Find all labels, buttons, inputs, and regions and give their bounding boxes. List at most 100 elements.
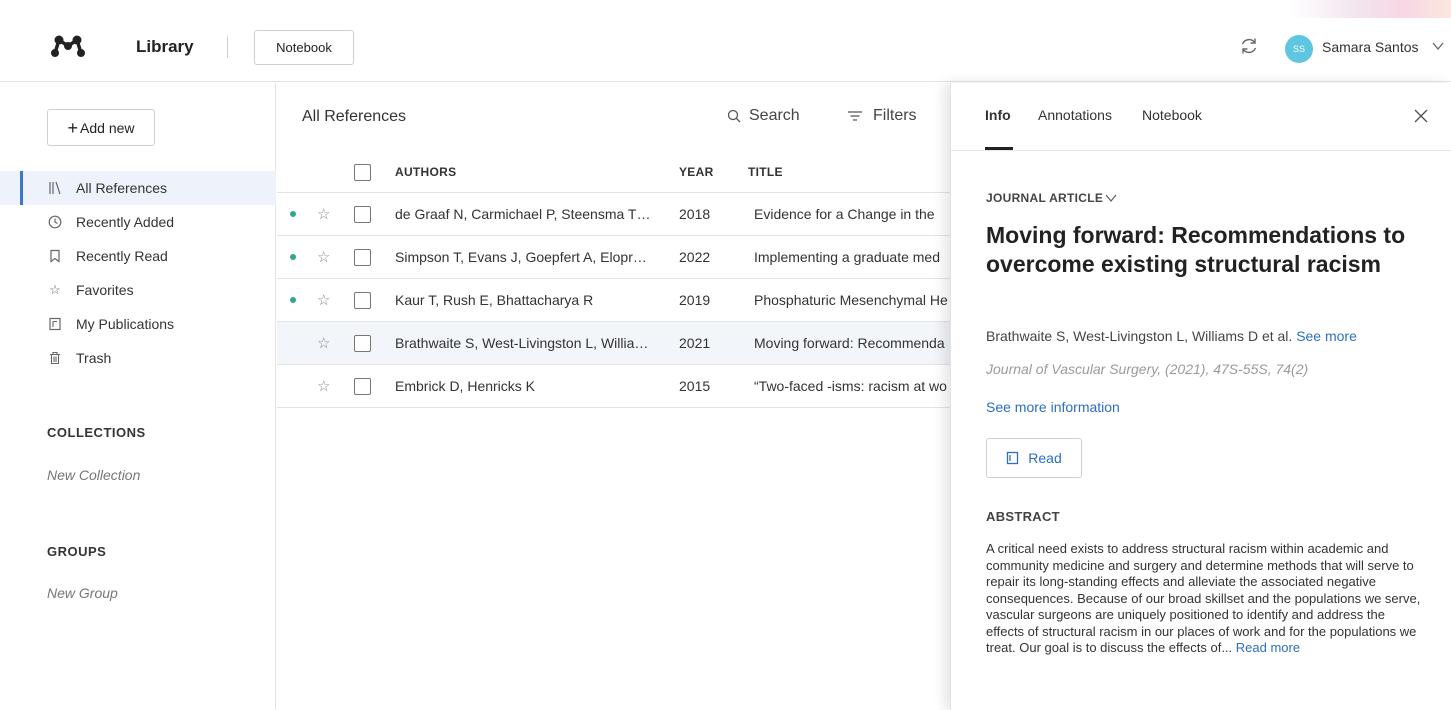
column-authors[interactable]: AUTHORS — [395, 165, 456, 179]
groups-heading: GROUPS — [47, 544, 107, 559]
row-checkbox[interactable] — [354, 335, 371, 352]
tab-notebook[interactable]: Notebook — [1142, 107, 1202, 123]
mendeley-logo-icon[interactable] — [50, 34, 86, 58]
app-title: Library — [136, 37, 194, 56]
star-icon: ☆ — [49, 282, 61, 297]
plus-icon: + — [67, 117, 79, 138]
top-bar: Library Notebook SS Samara Santos — [0, 0, 1451, 82]
row-checkbox[interactable] — [354, 378, 371, 395]
tab-annotations[interactable]: Annotations — [1038, 107, 1112, 123]
table-row[interactable]: ☆ Kaur T, Rush E, Bhattacharya R 2019 Ph… — [277, 279, 950, 322]
trash-icon — [48, 351, 62, 365]
sidebar-item-recently-added[interactable]: Recently Added — [0, 205, 276, 239]
collections-heading: COLLECTIONS — [47, 425, 146, 440]
column-year[interactable]: YEAR — [679, 165, 714, 179]
bookmark-icon — [48, 249, 62, 263]
references-list: All References Search Filters AUTHORS YE… — [277, 83, 950, 710]
sync-icon[interactable] — [1238, 35, 1260, 57]
search-label: Search — [749, 107, 800, 124]
notebook-button[interactable]: Notebook — [254, 30, 354, 65]
cell-authors: Simpson T, Evans J, Goepfert A, Elopr… — [395, 249, 647, 265]
tab-info[interactable]: Info — [985, 107, 1011, 123]
see-more-link[interactable]: See more — [1296, 328, 1357, 344]
sidebar-item-label: Trash — [76, 350, 112, 366]
sidebar-item-all-references[interactable]: All References — [0, 171, 276, 205]
filters-label: Filters — [873, 107, 917, 124]
chevron-down-icon — [1105, 194, 1117, 202]
cell-authors: de Graaf N, Carmichael P, Steensma T… — [395, 206, 651, 222]
sidebar: + Add new All References Recently Added … — [0, 83, 276, 710]
cell-title: Implementing a graduate med — [754, 249, 940, 265]
cell-authors: Brathwaite S, West-Livingston L, Willia… — [395, 335, 649, 351]
star-icon[interactable]: ☆ — [317, 248, 330, 266]
add-new-button[interactable]: + Add new — [47, 109, 155, 146]
reference-type-label: JOURNAL ARTICLE — [986, 191, 1104, 205]
header-divider — [227, 36, 228, 58]
filter-icon — [848, 111, 862, 121]
column-title[interactable]: TITLE — [748, 165, 783, 179]
cell-year: 2022 — [679, 249, 711, 265]
unread-dot — [290, 254, 296, 260]
cell-year: 2019 — [679, 292, 711, 308]
read-button[interactable]: Read — [986, 438, 1082, 478]
clock-icon — [48, 215, 62, 229]
row-checkbox[interactable] — [354, 206, 371, 223]
cell-authors: Embrick D, Henricks K — [395, 378, 536, 394]
read-more-link[interactable]: Read more — [1236, 640, 1300, 655]
cell-year: 2021 — [679, 335, 711, 351]
library-icon — [48, 181, 62, 195]
sidebar-item-label: All References — [76, 180, 168, 196]
star-icon[interactable]: ☆ — [317, 334, 330, 352]
star-icon[interactable]: ☆ — [317, 205, 330, 223]
tabs-divider — [951, 150, 1451, 151]
reference-type-dropdown[interactable]: JOURNAL ARTICLE — [986, 191, 1117, 205]
table-header: AUTHORS YEAR TITLE — [277, 151, 950, 193]
close-icon[interactable] — [1413, 108, 1429, 124]
book-icon — [1007, 451, 1019, 465]
cell-title: “Two-faced -isms: racism at wo — [754, 378, 947, 394]
table-row[interactable]: ☆ Brathwaite S, West-Livingston L, Willi… — [277, 322, 950, 365]
sidebar-item-label: Favorites — [76, 282, 134, 298]
avatar[interactable]: SS — [1285, 35, 1313, 63]
header-decoration — [1290, 0, 1451, 18]
table-row[interactable]: ☆ Embrick D, Henricks K 2015 “Two-faced … — [277, 365, 950, 408]
sidebar-item-trash[interactable]: Trash — [0, 341, 276, 375]
cell-year: 2018 — [679, 206, 711, 222]
publication-icon — [48, 317, 62, 331]
cell-title: Evidence for a Change in the — [754, 206, 935, 222]
row-checkbox[interactable] — [354, 292, 371, 309]
sidebar-item-favorites[interactable]: ☆ Favorites — [0, 273, 276, 307]
table-row[interactable]: ☆ Simpson T, Evans J, Goepfert A, Elopr…… — [277, 236, 950, 279]
filters-button[interactable]: Filters — [847, 107, 917, 125]
abstract-heading: ABSTRACT — [986, 509, 1060, 524]
sidebar-item-recently-read[interactable]: Recently Read — [0, 239, 276, 273]
new-group-link[interactable]: New Group — [47, 585, 118, 601]
abstract-text: A critical need exists to address struct… — [986, 541, 1426, 657]
page-title: All References — [302, 108, 407, 125]
authors-text: Brathwaite S, West-Livingston L, William… — [986, 328, 1293, 344]
star-icon[interactable]: ☆ — [317, 291, 330, 309]
row-checkbox[interactable] — [354, 249, 371, 266]
sidebar-item-label: Recently Read — [76, 248, 168, 264]
search-icon — [727, 109, 741, 123]
user-name[interactable]: Samara Santos — [1322, 39, 1419, 55]
table-row[interactable]: ☆ de Graaf N, Carmichael P, Steensma T… … — [277, 193, 950, 236]
sidebar-item-label: My Publications — [76, 316, 175, 332]
sidebar-nav: All References Recently Added Recently R… — [0, 171, 276, 375]
star-icon[interactable]: ☆ — [317, 377, 330, 395]
unread-dot — [290, 297, 296, 303]
new-collection-link[interactable]: New Collection — [47, 467, 140, 483]
cell-authors: Kaur T, Rush E, Bhattacharya R — [395, 292, 594, 308]
cell-year: 2015 — [679, 378, 711, 394]
select-all-checkbox[interactable] — [354, 164, 371, 181]
search-button[interactable]: Search — [727, 107, 800, 125]
unread-dot — [290, 211, 296, 217]
table-body: ☆ de Graaf N, Carmichael P, Steensma T… … — [277, 193, 950, 408]
sidebar-item-my-publications[interactable]: My Publications — [0, 307, 276, 341]
chevron-down-icon[interactable] — [1432, 41, 1444, 51]
abstract-body: A critical need exists to address struct… — [986, 541, 1421, 655]
reference-authors: Brathwaite S, West-Livingston L, William… — [986, 328, 1357, 344]
details-panel: Info Annotations Notebook JOURNAL ARTICL… — [950, 83, 1451, 710]
reference-title: Moving forward: Recommendations to overc… — [986, 222, 1406, 277]
see-more-information-link[interactable]: See more information — [986, 399, 1120, 415]
